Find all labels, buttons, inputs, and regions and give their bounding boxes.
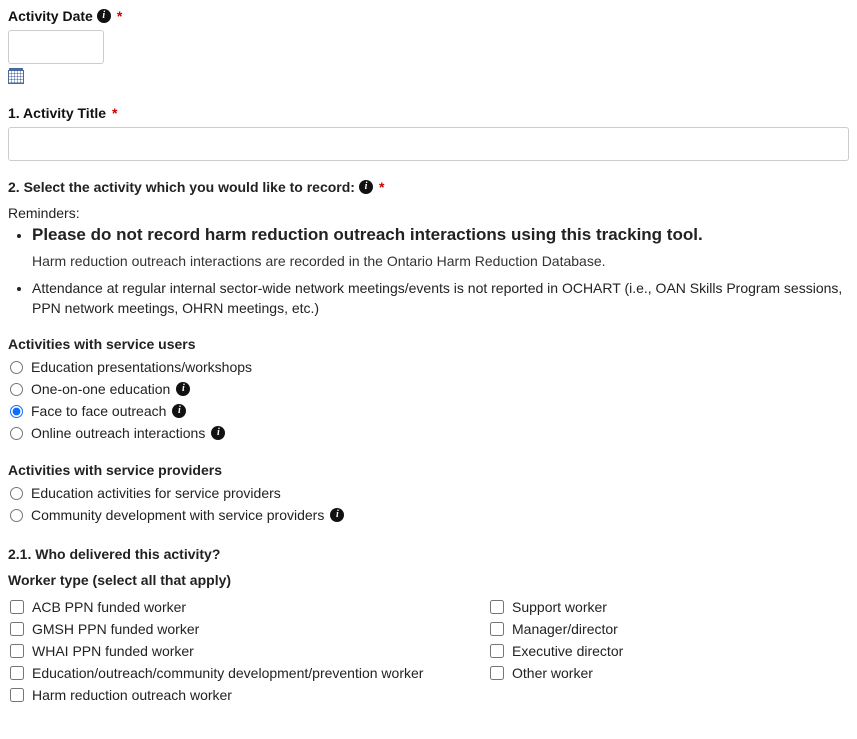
activity-title-label-text: 1. Activity Title [8, 105, 106, 121]
check-label: Education/outreach/community development… [32, 665, 423, 681]
info-icon[interactable]: i [176, 382, 190, 396]
check-label: Manager/director [512, 621, 618, 637]
radio-item-education-presentations[interactable]: Education presentations/workshops [8, 356, 849, 378]
check-label: ACB PPN funded worker [32, 599, 186, 615]
activity-select-section: 2. Select the activity which you would l… [8, 179, 849, 526]
check-item-harm-reduction[interactable]: Harm reduction outreach worker [8, 684, 448, 706]
activity-select-label-text: 2. Select the activity which you would l… [8, 179, 355, 195]
radio-label: Community development with service provi… [31, 507, 324, 523]
checkbox-input[interactable] [490, 622, 504, 636]
activity-date-label-text: Activity Date [8, 8, 93, 24]
activity-date-field: Activity Date i * [8, 8, 849, 87]
info-icon[interactable]: i [330, 508, 344, 522]
required-asterisk: * [379, 179, 384, 195]
required-asterisk: * [117, 8, 122, 24]
reminder-item: Please do not record harm reduction outr… [32, 225, 849, 269]
required-asterisk: * [112, 105, 117, 121]
check-item-manager-director[interactable]: Manager/director [488, 618, 808, 640]
radio-input[interactable] [10, 509, 23, 522]
check-label: GMSH PPN funded worker [32, 621, 199, 637]
check-label: Support worker [512, 599, 607, 615]
check-item-gmsh-ppn[interactable]: GMSH PPN funded worker [8, 618, 448, 640]
check-label: WHAI PPN funded worker [32, 643, 194, 659]
q21-heading: 2.1. Who delivered this activity? [8, 546, 849, 562]
radio-item-online-outreach[interactable]: Online outreach interactions i [8, 422, 849, 444]
activity-select-label: 2. Select the activity which you would l… [8, 179, 849, 195]
checkbox-input[interactable] [10, 688, 24, 702]
checkbox-input[interactable] [490, 666, 504, 680]
radio-input[interactable] [10, 361, 23, 374]
worker-type-col-b: Support worker Manager/director Executiv… [488, 596, 808, 706]
checkbox-input[interactable] [490, 600, 504, 614]
checkbox-input[interactable] [10, 644, 24, 658]
info-icon[interactable]: i [172, 404, 186, 418]
check-label: Other worker [512, 665, 593, 681]
reminder-sub-text: Harm reduction outreach interactions are… [32, 253, 849, 269]
radio-input[interactable] [10, 383, 23, 396]
activity-title-field: 1. Activity Title * [8, 105, 849, 161]
checkbox-input[interactable] [10, 600, 24, 614]
check-label: Executive director [512, 643, 623, 659]
check-item-other-worker[interactable]: Other worker [488, 662, 808, 684]
check-item-whai-ppn[interactable]: WHAI PPN funded worker [8, 640, 448, 662]
q21-section: 2.1. Who delivered this activity? Worker… [8, 546, 849, 706]
reminder-bold-text: Please do not record harm reduction outr… [32, 225, 849, 245]
check-label: Harm reduction outreach worker [32, 687, 232, 703]
worker-type-col-a: ACB PPN funded worker GMSH PPN funded wo… [8, 596, 448, 706]
check-item-support-worker[interactable]: Support worker [488, 596, 808, 618]
activity-radio-group-users: Education presentations/workshops One-on… [8, 356, 849, 444]
checkbox-input[interactable] [10, 666, 24, 680]
calendar-icon[interactable] [8, 70, 24, 84]
reminder-item: Attendance at regular internal sector-wi… [32, 279, 849, 318]
activity-date-input[interactable] [8, 30, 104, 64]
info-icon[interactable]: i [359, 180, 373, 194]
q21-sub-label: Worker type (select all that apply) [8, 572, 849, 588]
radio-label: Education activities for service provide… [31, 485, 281, 501]
check-item-executive-director[interactable]: Executive director [488, 640, 808, 662]
activity-date-label: Activity Date i * [8, 8, 849, 24]
radio-label: Face to face outreach [31, 403, 166, 419]
group2-heading: Activities with service providers [8, 462, 849, 478]
check-item-education-outreach[interactable]: Education/outreach/community development… [8, 662, 448, 684]
radio-input[interactable] [10, 405, 23, 418]
checkbox-input[interactable] [10, 622, 24, 636]
activity-title-label: 1. Activity Title * [8, 105, 849, 121]
info-icon[interactable]: i [97, 9, 111, 23]
reminders-heading: Reminders: [8, 205, 849, 221]
activity-radio-group-providers: Education activities for service provide… [8, 482, 849, 526]
radio-input[interactable] [10, 427, 23, 440]
activity-title-input[interactable] [8, 127, 849, 161]
radio-item-face-to-face[interactable]: Face to face outreach i [8, 400, 849, 422]
radio-item-one-on-one[interactable]: One-on-one education i [8, 378, 849, 400]
radio-label: One-on-one education [31, 381, 170, 397]
worker-type-columns: ACB PPN funded worker GMSH PPN funded wo… [8, 596, 849, 706]
info-icon[interactable]: i [211, 426, 225, 440]
reminders-list: Please do not record harm reduction outr… [32, 225, 849, 318]
radio-item-education-providers[interactable]: Education activities for service provide… [8, 482, 849, 504]
checkbox-input[interactable] [490, 644, 504, 658]
radio-item-community-dev[interactable]: Community development with service provi… [8, 504, 849, 526]
radio-label: Education presentations/workshops [31, 359, 252, 375]
check-item-acb-ppn[interactable]: ACB PPN funded worker [8, 596, 448, 618]
reminder-text: Attendance at regular internal sector-wi… [32, 280, 842, 316]
radio-label: Online outreach interactions [31, 425, 205, 441]
group1-heading: Activities with service users [8, 336, 849, 352]
radio-input[interactable] [10, 487, 23, 500]
